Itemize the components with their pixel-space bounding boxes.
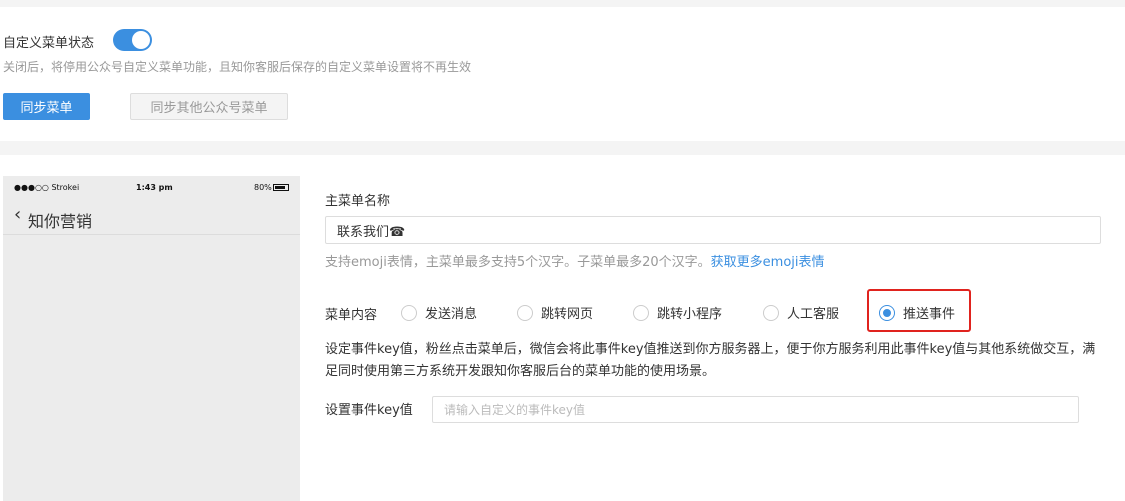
radio-open-webpage[interactable]: 跳转网页: [517, 303, 593, 322]
chevron-left-icon[interactable]: ‹: [14, 206, 21, 224]
radio-open-mini-program[interactable]: 跳转小程序: [633, 303, 722, 322]
radio-label: 发送消息: [425, 307, 478, 322]
phone-carrier: ●●●○○ Strokei: [14, 183, 80, 192]
phone-battery-level: 80%: [254, 183, 272, 192]
hint-text: 支持emoji表情，主菜单最多支持5个汉字。子菜单最多20个汉字。: [325, 255, 711, 270]
radio-human-agent[interactable]: 人工客服: [763, 303, 839, 322]
radio-circle: [763, 304, 779, 321]
menu-status-toggle[interactable]: [113, 29, 152, 51]
push-event-description: 设定事件key值，粉丝点击菜单后，微信会将此事件key值推送到你方服务器上，便于…: [325, 342, 1096, 379]
sync-other-account-menu-button[interactable]: 同步其他公众号菜单: [130, 93, 288, 120]
more-emoji-link[interactable]: 获取更多emoji表情: [711, 255, 825, 270]
push-event-highlight-box: [867, 289, 971, 332]
radio-circle: [401, 304, 417, 321]
main-menu-name-label: 主菜单名称: [325, 194, 391, 209]
radio-send-message[interactable]: 发送消息: [401, 303, 477, 322]
radio-label: 人工客服: [787, 307, 840, 322]
radio-circle: [517, 304, 533, 321]
radio-circle: [633, 304, 649, 321]
menu-content-label: 菜单内容: [325, 308, 378, 323]
menu-name-hint: 支持emoji表情，主菜单最多支持5个汉字。子菜单最多20个汉字。获取更多emo…: [325, 251, 825, 270]
radio-label: 跳转小程序: [657, 307, 723, 322]
event-key-label: 设置事件key值: [325, 403, 413, 418]
phone-title: 知你营销: [28, 212, 93, 231]
phone-preview: ●●●○○ Strokei 1:43 pm 80% ‹ 知你营销: [3, 176, 300, 501]
phone-nav-bar: ‹ 知你营销: [3, 199, 300, 235]
phone-time: 1:43 pm: [136, 183, 173, 192]
phone-status-bar: ●●●○○ Strokei 1:43 pm 80%: [3, 176, 300, 199]
main-menu-name-input[interactable]: 联系我们☎: [325, 216, 1101, 244]
menu-status-description: 关闭后，将停用公众号自定义菜单功能，且知你客服后保存的自定义菜单设置将不再生效: [3, 60, 472, 74]
toggle-knob: [132, 31, 150, 49]
battery-icon: [273, 184, 289, 191]
menu-editor-panel: ●●●○○ Strokei 1:43 pm 80% ‹ 知你营销 主菜单名称 联…: [0, 155, 1125, 501]
radio-label: 跳转网页: [541, 307, 594, 322]
event-key-input[interactable]: 请输入自定义的事件key值: [432, 396, 1079, 423]
sync-menu-button[interactable]: 同步菜单: [3, 93, 90, 120]
menu-settings-panel: 自定义菜单状态 关闭后，将停用公众号自定义菜单功能，且知你客服后保存的自定义菜单…: [0, 7, 1125, 141]
menu-status-label: 自定义菜单状态: [3, 36, 95, 51]
top-strip: [0, 0, 1125, 7]
